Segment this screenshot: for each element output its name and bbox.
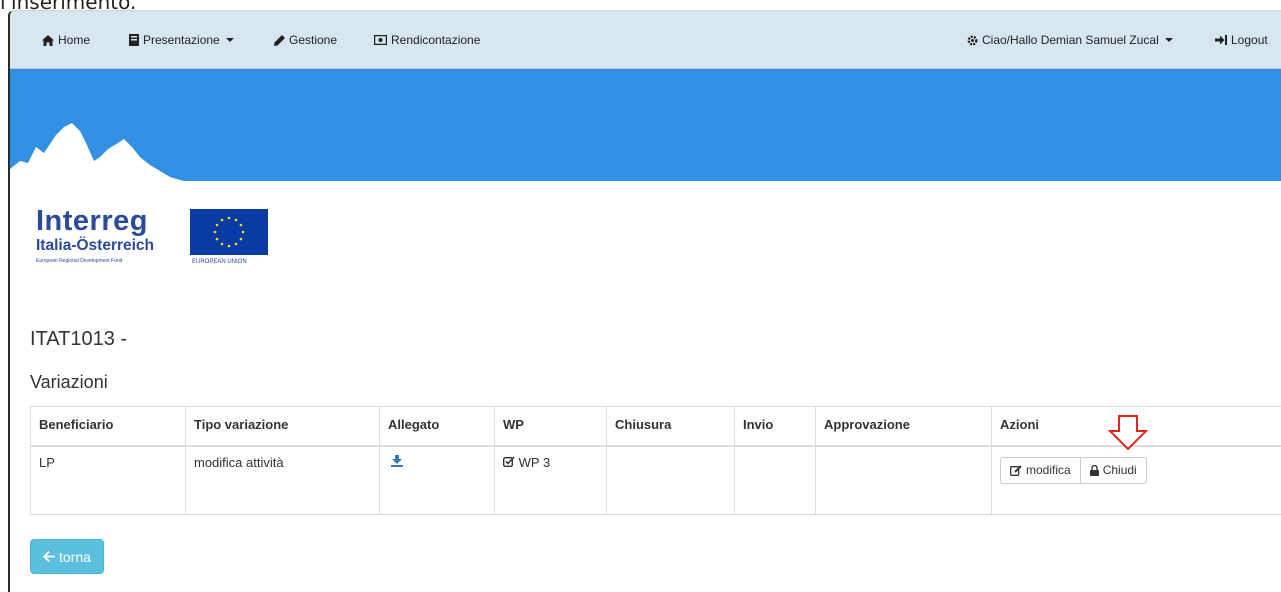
nav-user-label: Ciao/Hallo Demian Samuel Zucal (982, 33, 1159, 47)
logo-wordmark: Interreg (36, 205, 148, 237)
section-title: Variazioni (30, 372, 108, 392)
check-square-icon (502, 455, 515, 467)
red-down-arrow-annotation (1108, 415, 1148, 451)
lock-icon (1089, 464, 1099, 476)
cell-invio (734, 445, 816, 515)
nav-presentazione-label: Presentazione (143, 33, 220, 47)
eu-label: EUROPEAN UNION (192, 259, 247, 265)
cell-approvazione (815, 445, 992, 515)
cell-azioni: modifica Chiudi (991, 445, 1281, 515)
actions-button-group: modifica Chiudi (1000, 456, 1147, 484)
cell-beneficiario: LP (30, 445, 186, 515)
nav-rendicontazione[interactable]: Rendicontazione (374, 11, 480, 69)
chevron-down-icon (1164, 38, 1173, 42)
modifica-button[interactable]: modifica (1000, 456, 1081, 484)
header-tipo-variazione: Tipo variazione (185, 406, 380, 447)
cell-allegato (379, 445, 495, 515)
header-approvazione: Approvazione (815, 406, 992, 447)
nav-logout-label: Logout (1231, 33, 1268, 47)
header-invio: Invio (734, 406, 816, 447)
mountains-graphic (10, 123, 184, 181)
edit-icon (1010, 464, 1022, 476)
nav-home-label: Home (58, 33, 91, 47)
nav-gestione[interactable]: Gestione (274, 11, 337, 69)
home-icon (42, 34, 54, 46)
cell-chiusura (606, 445, 735, 515)
header-chiusura: Chiusura (606, 406, 735, 447)
book-icon (129, 34, 139, 46)
download-icon[interactable] (391, 454, 403, 467)
chevron-down-icon (225, 38, 234, 42)
interreg-logo: Interreg Italia-Österreich European Regi… (32, 205, 272, 275)
back-button[interactable]: torna (30, 539, 104, 574)
header-wp: WP (494, 406, 607, 447)
eu-flag-icon (190, 209, 268, 255)
browser-page: Home Presentazione Gestione Rendicontazi… (8, 10, 1281, 592)
cell-tipo-variazione: modifica attività (185, 445, 380, 515)
cell-wp: WP 3 (494, 445, 607, 515)
gear-icon (967, 35, 978, 45)
header-banner (10, 69, 1281, 181)
back-button-label: torna (59, 548, 91, 565)
table-row: LP modifica attività WP 3 modifica Chiud… (30, 445, 1281, 515)
nav-logout[interactable]: Logout (1215, 11, 1268, 69)
header-beneficiario: Beneficiario (30, 406, 186, 447)
chiudi-button[interactable]: Chiudi (1080, 456, 1147, 484)
variations-table: Beneficiario Tipo variazione Allegato WP… (30, 406, 1281, 515)
logout-icon (1215, 35, 1227, 45)
nav-presentazione-dropdown[interactable]: Presentazione (129, 11, 234, 69)
project-code: ITAT1013 - (30, 328, 128, 350)
top-navbar: Home Presentazione Gestione Rendicontazi… (10, 11, 1281, 69)
nav-user-dropdown[interactable]: Ciao/Hallo Demian Samuel Zucal (967, 11, 1173, 69)
nav-home[interactable]: Home (42, 11, 90, 69)
nav-rendicontazione-label: Rendicontazione (391, 33, 481, 47)
table-header-row: Beneficiario Tipo variazione Allegato WP… (30, 406, 1281, 447)
logo-fund-text: European Regional Development Fund (36, 258, 123, 264)
header-allegato: Allegato (379, 406, 495, 447)
pencil-icon (274, 34, 285, 46)
nav-gestione-label: Gestione (289, 33, 338, 47)
logo-subtitle: Italia-Österreich (36, 237, 155, 254)
money-icon (374, 35, 387, 45)
chiudi-label: Chiudi (1102, 463, 1137, 477)
modifica-label: modifica (1026, 463, 1071, 477)
arrow-left-icon (43, 551, 55, 562)
wp-value: WP 3 (518, 454, 551, 470)
